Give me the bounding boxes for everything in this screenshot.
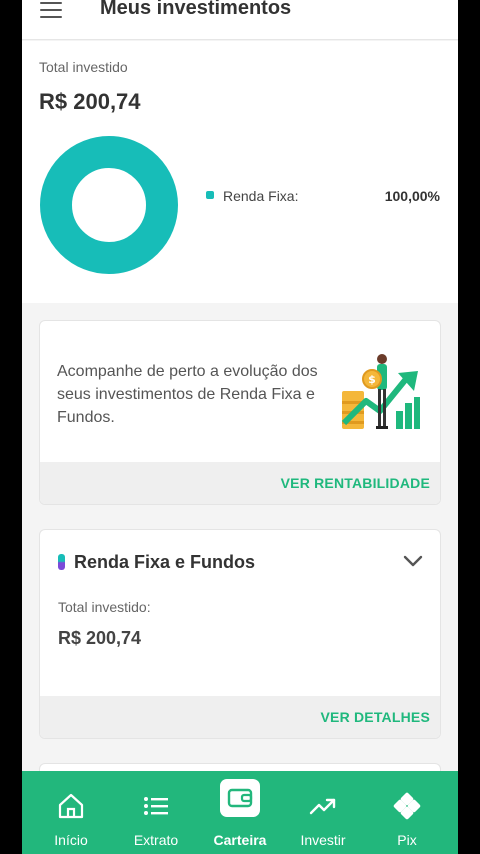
total-invested-label: Total investido bbox=[39, 59, 128, 75]
wallet-icon bbox=[227, 788, 253, 808]
renda-fixa-title: Renda Fixa e Fundos bbox=[74, 552, 256, 572]
allocation-donut-chart bbox=[40, 136, 178, 274]
nav-label-pix: Pix bbox=[397, 832, 417, 848]
category-color-marker bbox=[58, 554, 65, 570]
app-screen: Meus investimentos Total investido R$ 20… bbox=[22, 0, 458, 854]
nav-item-investir[interactable]: Investir bbox=[283, 771, 363, 854]
renda-fixa-total-value: R$ 200,74 bbox=[58, 628, 142, 648]
legend-color-dot bbox=[206, 191, 214, 199]
view-performance-link[interactable]: VER RENTABILIDADE bbox=[281, 475, 430, 491]
nav-label-carteira: Carteira bbox=[213, 832, 267, 848]
main-content[interactable]: Total investido R$ 200,74 Renda Fixa: 10… bbox=[22, 41, 458, 803]
legend-percentage: 100,00% bbox=[384, 188, 440, 204]
page-title: Meus investimentos bbox=[100, 0, 292, 19]
promo-card-footer: VER RENTABILIDADE bbox=[40, 462, 440, 504]
nav-label-inicio: Início bbox=[54, 832, 88, 848]
nav-label-investir: Investir bbox=[300, 832, 346, 848]
promo-text: Acompanhe de perto a evolução dos seus i… bbox=[57, 363, 318, 426]
nav-item-pix[interactable]: Pix bbox=[367, 771, 447, 854]
home-icon bbox=[58, 793, 84, 819]
legend-label: Renda Fixa: bbox=[223, 188, 299, 204]
app-header: Meus investimentos bbox=[22, 0, 458, 40]
renda-fixa-card-footer: VER DETALHES bbox=[40, 696, 440, 738]
renda-fixa-total-label: Total investido: bbox=[58, 599, 151, 615]
hamburger-menu-icon[interactable] bbox=[40, 2, 62, 18]
donut-slice-renda-fixa bbox=[40, 136, 178, 274]
investment-summary: Total investido R$ 200,74 Renda Fixa: 10… bbox=[22, 41, 458, 303]
trending-up-icon bbox=[309, 798, 336, 815]
pix-icon bbox=[393, 792, 421, 820]
nav-item-inicio[interactable]: Início bbox=[31, 771, 111, 854]
list-icon bbox=[144, 797, 168, 815]
investment-growth-illustration: $ bbox=[341, 354, 420, 429]
view-details-link[interactable]: VER DETALHES bbox=[321, 709, 431, 725]
renda-fixa-card: Renda Fixa e Fundos Total investido: R$ … bbox=[39, 529, 441, 739]
nav-label-extrato: Extrato bbox=[133, 832, 179, 848]
nav-item-extrato[interactable]: Extrato bbox=[116, 771, 196, 854]
chevron-down-icon[interactable] bbox=[403, 554, 423, 568]
performance-promo-card: Acompanhe de perto a evolução dos seus i… bbox=[39, 320, 441, 505]
nav-item-carteira[interactable]: Carteira bbox=[200, 771, 280, 854]
total-invested-value: R$ 200,74 bbox=[39, 89, 141, 114]
svg-text:$: $ bbox=[368, 373, 376, 386]
bottom-navigation: Início Extrato Carteira Investir Pix bbox=[22, 771, 458, 854]
